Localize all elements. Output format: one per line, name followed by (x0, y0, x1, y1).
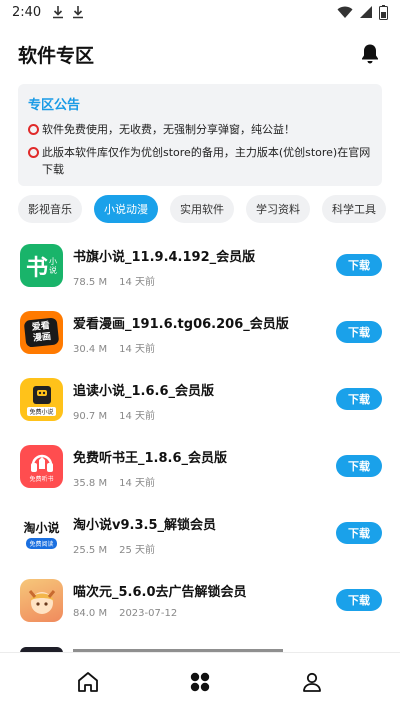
icon-glyph: 小 (49, 256, 57, 266)
app-date: 14 天前 (119, 344, 155, 355)
app-name: 免费听书王_1.8.6_会员版 (73, 451, 228, 466)
page-header: 软件专区 (0, 36, 400, 72)
tab-film-music[interactable]: 影视音乐 (18, 195, 82, 223)
app-name: 淘小说v9.3.5_解锁会员 (73, 518, 216, 533)
icon-glyph: 书 (25, 254, 48, 281)
app-date: 14 天前 (119, 478, 155, 489)
app-meta: 25.5 M 25 天前 (73, 541, 155, 556)
book-robot-glyph (32, 386, 51, 404)
app-name: 书旗小说_11.9.4.192_会员版 (73, 250, 256, 265)
app-date: 25 天前 (119, 545, 155, 556)
profile-icon (303, 672, 321, 692)
signal-icon (360, 6, 372, 18)
app-size: 90.7 M (73, 411, 108, 422)
app-date: 2023-07-12 (119, 608, 178, 619)
app-size: 78.5 M (73, 277, 108, 288)
tab-utility-software[interactable]: 实用软件 (170, 195, 234, 223)
download-button[interactable]: 下载 (336, 388, 382, 410)
miaociyuan-icon (20, 579, 63, 622)
red-circle-icon (28, 124, 39, 135)
nav-home[interactable] (74, 668, 102, 696)
app-date: 14 天前 (119, 277, 155, 288)
tab-science-tools[interactable]: 科学工具 (322, 195, 386, 223)
announcement-title: 专区公告 (28, 98, 81, 113)
nav-apps[interactable] (186, 668, 214, 696)
list-item[interactable]: 淘小说 免费阅读 淘小说v9.3.5_解锁会员 25.5 M 25 天前 下载 (0, 500, 400, 567)
app-size: 35.8 M (73, 478, 108, 489)
download-button[interactable]: 下载 (336, 254, 382, 276)
notification-bell-icon[interactable] (358, 42, 382, 66)
app-meta: 35.8 M 14 天前 (73, 474, 155, 489)
app-size: 84.0 M (73, 608, 108, 619)
home-icon (78, 672, 98, 692)
app-name: 追读小说_1.6.6_会员版 (73, 384, 215, 399)
announcement-card: 专区公告 软件免费使用，无收费，无强制分享弹窗，纯公益！ 此版本软件库仅作为优创… (18, 84, 382, 186)
headphones-glyph (30, 454, 53, 472)
zhuidu-icon: 免费小说 (20, 378, 63, 421)
list-item[interactable]: 爱看 漫画 爱看漫画_191.6.tg06.206_会员版 30.4 M 14 天… (0, 299, 400, 366)
page-title: 软件专区 (18, 44, 95, 67)
app-name: 喵次元_5.6.0去广告解锁会员 (73, 585, 247, 600)
announcement-text-1: 软件免费使用，无收费，无强制分享弹窗，纯公益！ (42, 123, 295, 136)
tab-novel-anime[interactable]: 小说动漫 (94, 195, 158, 223)
icon-glyph: 说 (49, 265, 57, 275)
status-bar: 2:40 (0, 0, 400, 24)
app-list: 书 小 说 书旗小说_11.9.4.192_会员版 78.5 M 14 天前 下载… (0, 232, 400, 634)
app-meta: 90.7 M 14 天前 (73, 407, 155, 422)
app-size: 30.4 M (73, 344, 108, 355)
bottom-nav (0, 652, 400, 711)
app-date: 14 天前 (119, 411, 155, 422)
tab-study-materials[interactable]: 学习资料 (246, 195, 310, 223)
list-item[interactable]: 书 小 说 书旗小说_11.9.4.192_会员版 78.5 M 14 天前 下载 (0, 232, 400, 299)
app-meta: 78.5 M 14 天前 (73, 273, 155, 288)
list-item[interactable]: 免费听书 免费听书王_1.8.6_会员版 35.8 M 14 天前 下载 (0, 433, 400, 500)
aikan-icon: 爱看 漫画 (20, 311, 63, 354)
app-meta: 84.0 M 2023-07-12 (73, 608, 177, 619)
download-notification-icon (73, 6, 84, 19)
icon-glyph: 免费听书 (29, 476, 54, 483)
download-button[interactable]: 下载 (336, 589, 382, 611)
taoxiaoshuo-icon: 淘小说 免费阅读 (20, 512, 63, 555)
app-name: 爱看漫画_191.6.tg06.206_会员版 (73, 317, 289, 332)
announcement-line: 软件免费使用，无收费，无强制分享弹窗，纯公益！ (28, 121, 372, 138)
status-time: 2:40 (12, 4, 42, 20)
announcement-line: 此版本软件库仅作为优创store的备用，主力版本(优创store)在官网下载 (28, 144, 372, 178)
nav-profile[interactable] (298, 668, 326, 696)
icon-glyph: 免费小说 (27, 407, 56, 416)
icon-glyph: 免费阅读 (26, 537, 57, 549)
red-circle-icon (28, 147, 39, 158)
battery-icon (379, 4, 388, 20)
icon-glyph: 漫画 (32, 331, 52, 344)
announcement-text-2: 此版本软件库仅作为优创store的备用，主力版本(优创store)在官网下载 (42, 146, 371, 176)
apps-grid-icon (190, 672, 210, 692)
shuqi-icon: 书 小 说 (20, 244, 63, 287)
list-item[interactable]: 免费小说 追读小说_1.6.6_会员版 90.7 M 14 天前 下载 (0, 366, 400, 433)
list-item[interactable]: 喵次元_5.6.0去广告解锁会员 84.0 M 2023-07-12 下载 (0, 567, 400, 634)
tingshu-icon: 免费听书 (20, 445, 63, 488)
download-button[interactable]: 下载 (336, 522, 382, 544)
anime-girl-glyph (28, 589, 55, 614)
icon-glyph: 淘小说 (23, 520, 60, 535)
category-tabs: 影视音乐 小说动漫 实用软件 学习资料 科学工具 (18, 195, 388, 223)
app-size: 25.5 M (73, 545, 108, 556)
app-meta: 30.4 M 14 天前 (73, 340, 155, 355)
download-button[interactable]: 下载 (336, 321, 382, 343)
download-notification-icon (53, 6, 64, 19)
wifi-icon (337, 6, 353, 18)
download-button[interactable]: 下载 (336, 455, 382, 477)
